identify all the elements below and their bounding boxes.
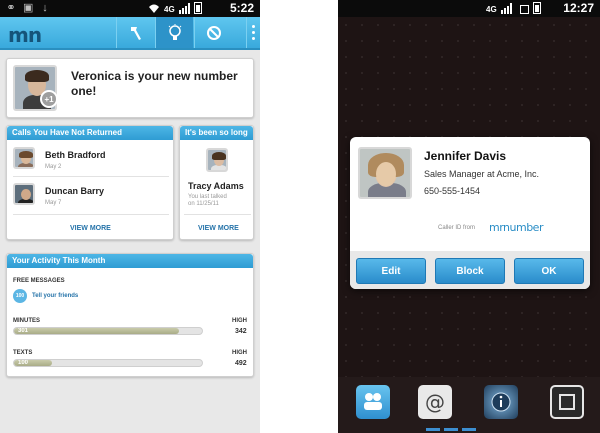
clock: 12:27 bbox=[563, 1, 594, 15]
info-app-icon[interactable] bbox=[484, 385, 518, 419]
avatar bbox=[13, 147, 35, 169]
signal-cluster: 4G bbox=[486, 2, 541, 14]
battery-icon bbox=[532, 2, 541, 14]
contact-title: Sales Manager at Acme, Inc. bbox=[424, 169, 540, 179]
right-phone-screen: 4G 12:27 Jennifer Davis Sales Manager at… bbox=[338, 0, 600, 433]
contact-phone: 650-555-1454 bbox=[424, 186, 481, 196]
avatar bbox=[13, 183, 35, 205]
minutes-label: MINUTES bbox=[13, 318, 40, 324]
texts-progress-fill: 100 bbox=[14, 360, 52, 366]
clock: 5:22 bbox=[229, 1, 254, 15]
contacts-icon bbox=[364, 393, 382, 410]
data-icon bbox=[519, 5, 529, 14]
insights-button[interactable] bbox=[155, 17, 193, 48]
email-app-icon[interactable]: @ bbox=[418, 385, 452, 419]
card-header: Your Activity This Month bbox=[7, 254, 253, 268]
bag-icon: ▣ bbox=[23, 2, 34, 14]
block-button[interactable] bbox=[194, 17, 232, 48]
divider bbox=[13, 176, 169, 177]
divider bbox=[13, 214, 169, 215]
texts-label: TEXTS bbox=[13, 350, 33, 356]
battery-icon bbox=[193, 2, 202, 14]
last-talked-label: You last talked bbox=[188, 194, 227, 200]
mrnumber-app-icon[interactable] bbox=[356, 385, 390, 419]
app-dock: @ bbox=[338, 377, 600, 433]
contact-date: May 2 bbox=[45, 164, 62, 170]
card-header: It's been so long bbox=[180, 126, 253, 140]
page-indicator bbox=[426, 428, 476, 431]
calls-not-returned-card: Calls You Have Not Returned Beth Bradfor… bbox=[6, 125, 174, 240]
hero-card[interactable]: +1 Veronica is your new number one! bbox=[6, 58, 254, 118]
free-messages-badge: 100 bbox=[13, 289, 27, 303]
lightbulb-icon bbox=[168, 23, 181, 40]
square-icon bbox=[559, 394, 575, 410]
at-sign-icon: @ bbox=[425, 390, 445, 414]
last-talked-date: on 11/25/11 bbox=[188, 201, 219, 207]
contact-photo bbox=[358, 147, 412, 199]
edit-button[interactable]: Edit bbox=[356, 258, 426, 284]
block-icon bbox=[206, 25, 221, 40]
headphones-icon: ⚭ bbox=[6, 2, 16, 14]
contact-name[interactable]: Duncan Barry bbox=[45, 186, 104, 196]
left-phone-screen: ⚭ ▣ ↓ 4G 5:22 mn +1 Veronica is your new… bbox=[0, 0, 260, 433]
app-logo[interactable]: mn bbox=[8, 23, 42, 47]
overflow-menu-button[interactable] bbox=[246, 17, 260, 48]
card-header: Calls You Have Not Returned bbox=[7, 126, 173, 140]
contact-name[interactable]: Tracy Adams bbox=[188, 181, 244, 191]
block-button[interactable]: Block bbox=[435, 258, 505, 284]
contact-name[interactable]: Beth Bradford bbox=[45, 150, 106, 160]
plus-one-badge: +1 bbox=[40, 90, 58, 108]
info-icon bbox=[491, 392, 511, 412]
been-so-long-card: It's been so long Tracy Adams You last t… bbox=[179, 125, 254, 240]
divider bbox=[184, 214, 251, 215]
contact-name: Jennifer Davis bbox=[424, 149, 507, 163]
avatar bbox=[206, 148, 228, 172]
view-more-link[interactable]: VIEW MORE bbox=[198, 225, 239, 232]
call-tool-button[interactable] bbox=[116, 17, 154, 48]
activity-card: Your Activity This Month FREE MESSAGES 1… bbox=[6, 253, 254, 377]
hammer-icon bbox=[130, 26, 141, 40]
status-bar: ⚭ ▣ ↓ 4G 5:22 bbox=[0, 0, 260, 17]
minutes-progress-fill: 301 bbox=[14, 328, 180, 334]
network-type: 4G bbox=[486, 5, 497, 14]
network-type: 4G bbox=[164, 5, 175, 14]
minutes-progress-bar: 301 bbox=[13, 327, 203, 335]
wifi-icon bbox=[149, 4, 159, 13]
view-more-link[interactable]: VIEW MORE bbox=[70, 225, 111, 232]
signal-icon bbox=[500, 2, 512, 14]
contact-date: May 7 bbox=[45, 200, 62, 206]
dialog-button-row: Edit Block OK bbox=[350, 251, 590, 289]
texts-progress-bar: 100 bbox=[13, 359, 203, 367]
caller-id-dialog: Jennifer Davis Sales Manager at Acme, In… bbox=[350, 137, 590, 289]
signal-icon bbox=[178, 2, 190, 14]
caller-id-label: Caller ID from bbox=[438, 225, 476, 231]
tell-friends-link[interactable]: Tell your friends bbox=[32, 293, 78, 299]
notification-icons: ⚭ ▣ ↓ bbox=[6, 2, 50, 14]
minutes-high-value: 342 bbox=[235, 328, 247, 335]
high-label: HIGH bbox=[232, 350, 247, 356]
signal-cluster: 4G bbox=[148, 2, 202, 14]
texts-high-value: 492 bbox=[235, 360, 247, 367]
status-bar: 4G 12:27 bbox=[338, 0, 600, 17]
launcher-app-icon[interactable] bbox=[550, 385, 584, 419]
high-label: HIGH bbox=[232, 318, 247, 324]
free-messages-label: FREE MESSAGES bbox=[13, 278, 65, 284]
hero-message: Veronica is your new number one! bbox=[71, 69, 238, 98]
brand-logo: mrnumber bbox=[489, 221, 543, 234]
action-bar: mn bbox=[0, 17, 260, 50]
download-icon: ↓ bbox=[42, 2, 48, 14]
ok-button[interactable]: OK bbox=[514, 258, 584, 284]
